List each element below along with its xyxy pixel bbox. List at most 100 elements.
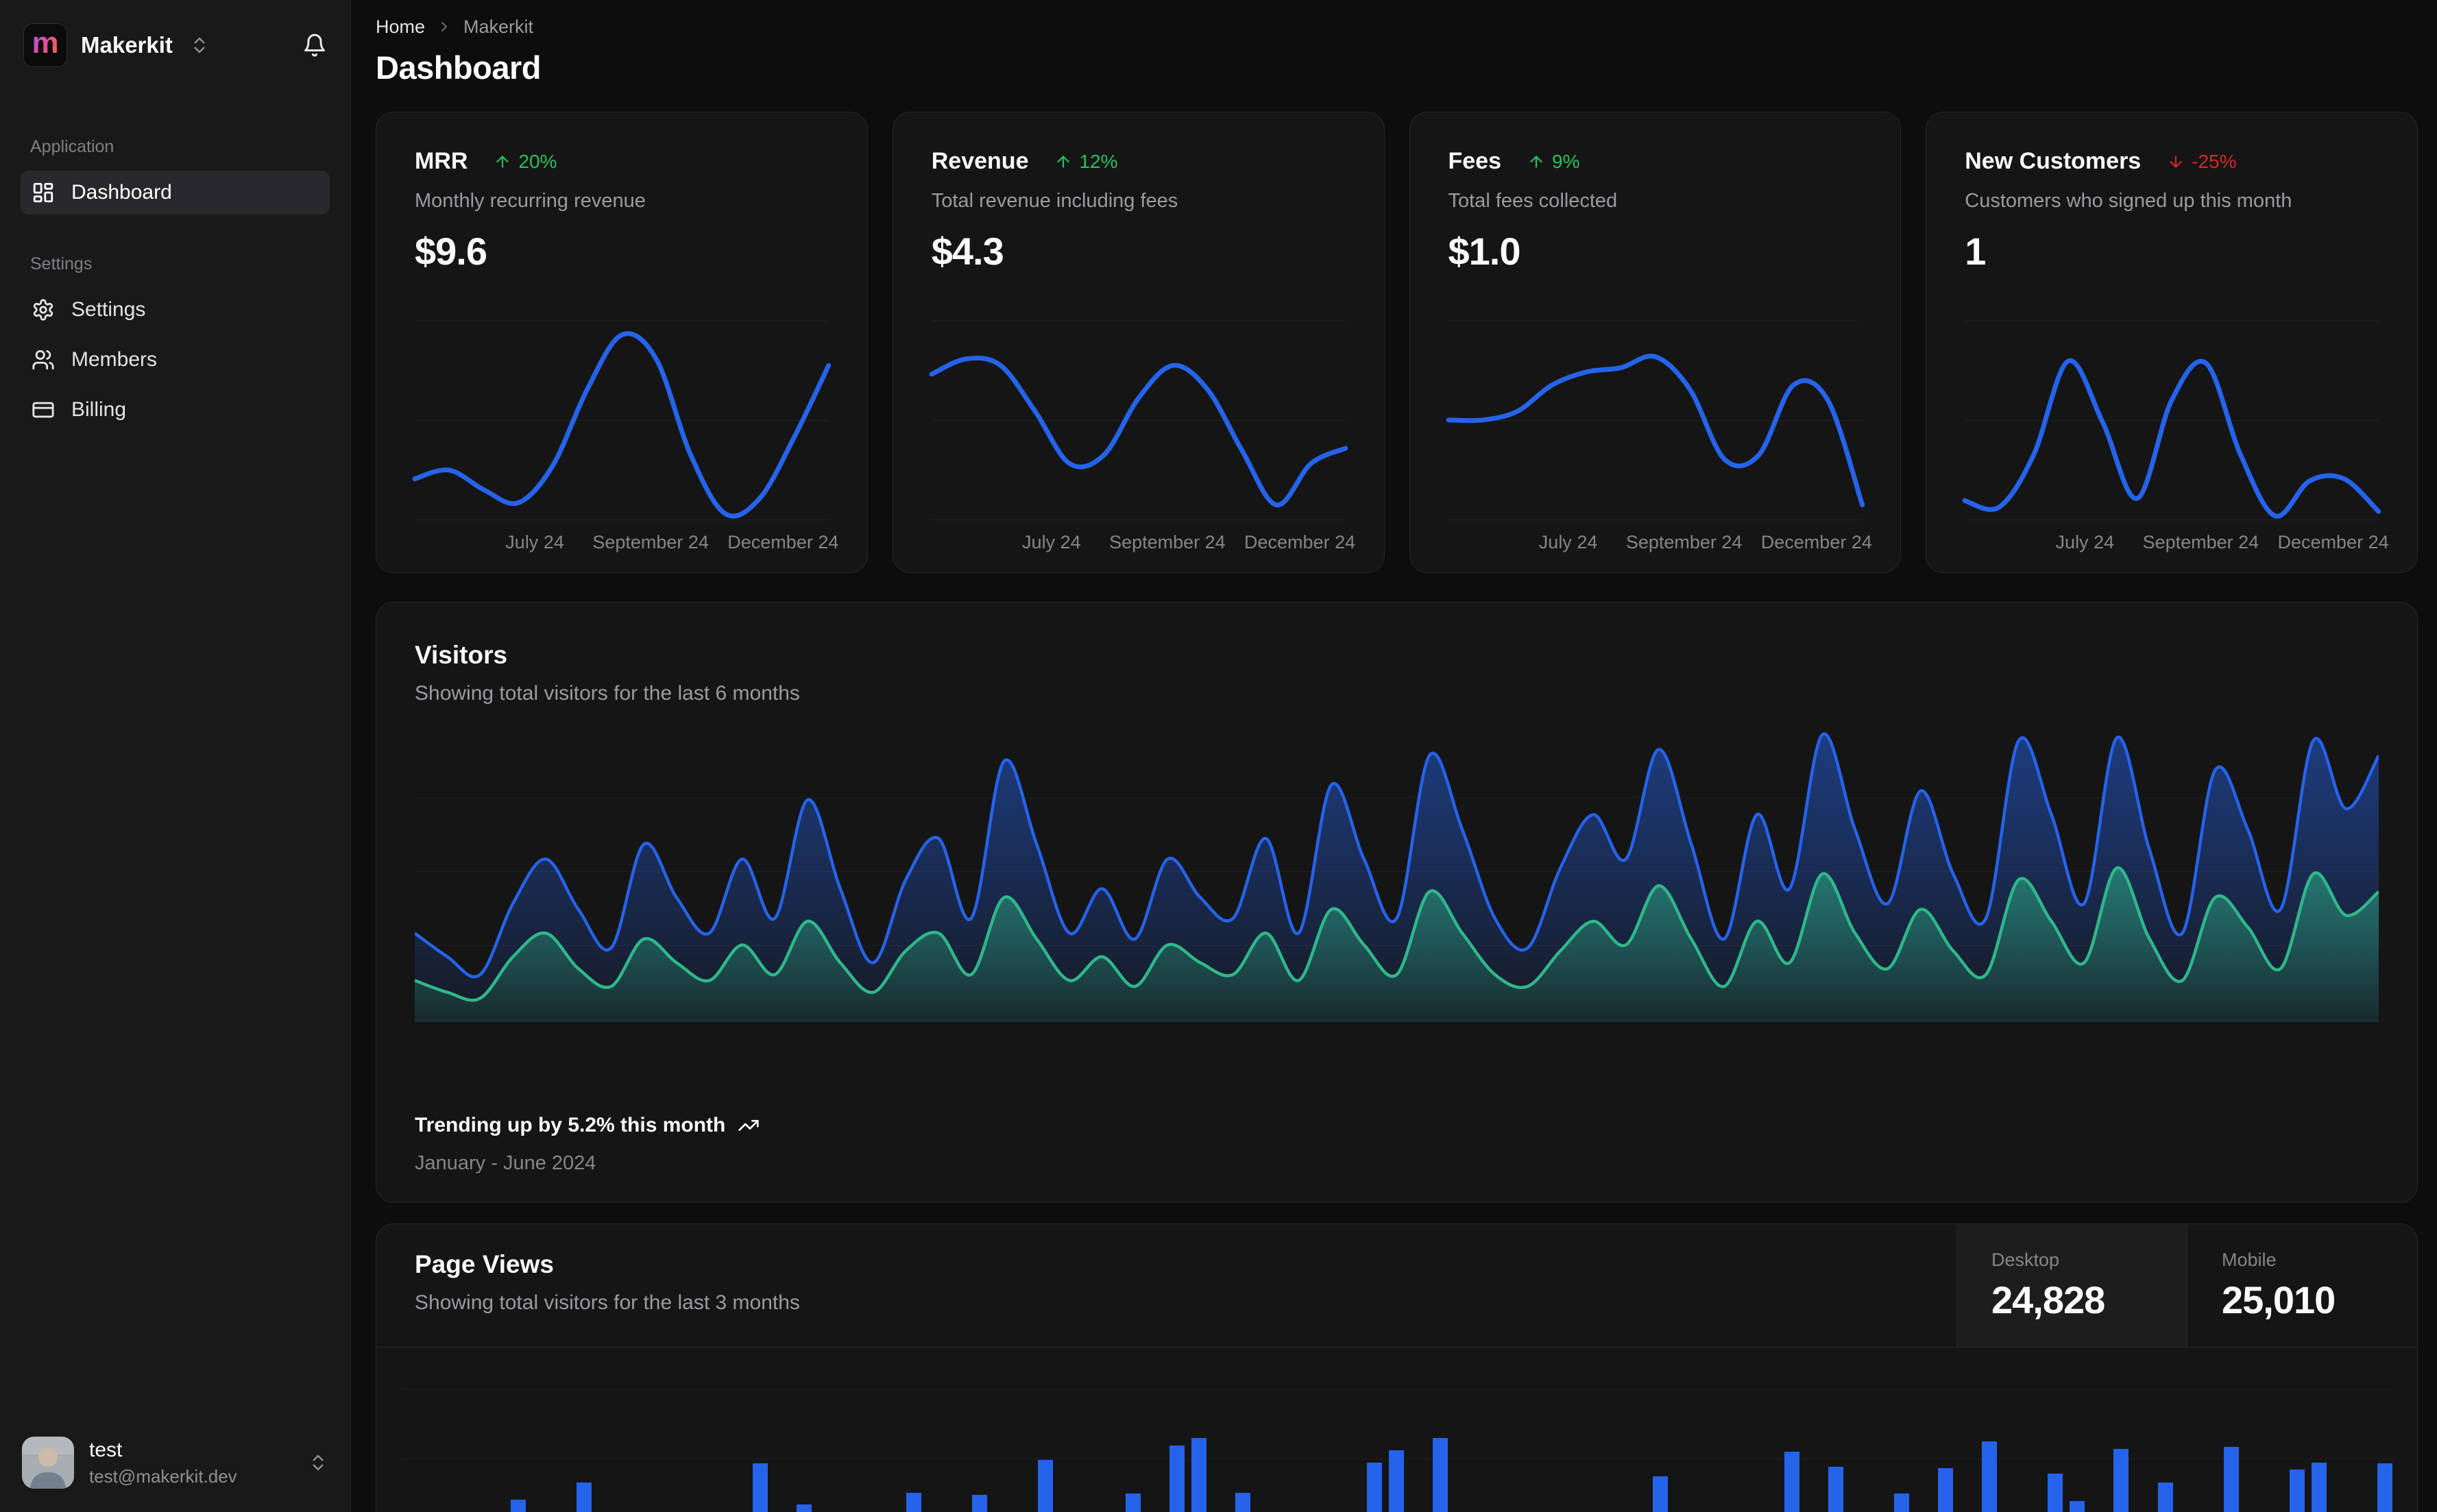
sidebar-nav: Application Dashboard Settings Settings … bbox=[16, 137, 334, 432]
page-views-bar bbox=[1169, 1446, 1185, 1512]
dashboard-icon bbox=[33, 182, 53, 203]
mobile-label: Mobile bbox=[2222, 1249, 2277, 1270]
page-views-bar bbox=[1191, 1438, 1207, 1512]
mobile-total: 25,010 bbox=[2222, 1278, 2336, 1321]
page-views-bar bbox=[1235, 1493, 1251, 1512]
trend-badge: 12% bbox=[1054, 151, 1118, 173]
x-tick: December 24 bbox=[727, 532, 839, 552]
stat-description: Total revenue including fees bbox=[931, 190, 1178, 212]
page-views-bar bbox=[1652, 1476, 1668, 1512]
visitors-area-chart bbox=[415, 726, 2379, 1022]
chevrons-up-down-icon bbox=[194, 37, 205, 53]
logo-letter: m bbox=[32, 26, 59, 60]
sidebar-item-label: Members bbox=[71, 348, 158, 371]
tab-mobile[interactable]: Mobile 25,010 bbox=[2187, 1224, 2417, 1347]
x-axis-ticks: July 24 September 24 December 24 bbox=[1965, 532, 2389, 555]
page-views-bar bbox=[1784, 1452, 1799, 1512]
trending-up-icon bbox=[738, 1120, 760, 1131]
page-views-card: Page Views Showing total visitors for th… bbox=[376, 1223, 2418, 1512]
breadcrumb-current: Makerkit bbox=[463, 16, 534, 37]
desktop-label: Desktop bbox=[1991, 1249, 2060, 1270]
stat-description: Total fees collected bbox=[1448, 190, 1618, 212]
page-views-bar bbox=[1367, 1463, 1383, 1512]
x-axis-ticks: July 24 September 24 December 24 bbox=[415, 532, 838, 555]
stat-card-new-customers: New Customers -25% Customers who signed … bbox=[1926, 112, 2418, 573]
page-views-bar bbox=[1389, 1450, 1405, 1512]
user-menu[interactable]: test test@makerkit.dev bbox=[16, 1432, 334, 1493]
page-views-bar bbox=[971, 1495, 987, 1512]
stat-cards-row: MRR 20% Monthly recurring revenue $9.6 J… bbox=[376, 112, 2418, 573]
chevron-right-icon bbox=[441, 22, 448, 32]
arrow-up-icon bbox=[496, 155, 509, 168]
team-switcher[interactable]: m Makerkit bbox=[16, 18, 334, 73]
page-views-bar bbox=[906, 1493, 921, 1512]
page-views-bar bbox=[2157, 1483, 2173, 1512]
stat-value: 1 bbox=[1965, 230, 1986, 273]
breadcrumb-home-link[interactable]: Home bbox=[376, 16, 425, 37]
page-views-description: Showing total visitors for the last 3 mo… bbox=[415, 1291, 800, 1314]
page-title: Dashboard bbox=[376, 49, 542, 86]
stat-title: Fees bbox=[1448, 148, 1502, 174]
page-views-bar bbox=[1126, 1493, 1141, 1512]
stat-title: MRR bbox=[415, 148, 468, 174]
page-views-bar bbox=[2223, 1447, 2239, 1512]
page-views-bar bbox=[511, 1500, 526, 1512]
members-icon bbox=[32, 350, 54, 370]
page-views-bar bbox=[577, 1483, 592, 1512]
desktop-total: 24,828 bbox=[1991, 1278, 2105, 1321]
page-views-bar bbox=[1938, 1468, 1954, 1512]
sidebar-item-members[interactable]: Members bbox=[21, 338, 330, 382]
page-views-bar bbox=[2070, 1501, 2085, 1512]
trend-value: 9% bbox=[1552, 150, 1580, 172]
x-tick: July 24 bbox=[1538, 532, 1598, 552]
nav-group-application: Application Dashboard bbox=[21, 137, 330, 215]
nav-group-settings: Settings Settings Members Billing bbox=[21, 254, 330, 432]
x-tick: September 24 bbox=[592, 532, 709, 552]
visitors-period: January - June 2024 bbox=[415, 1152, 596, 1174]
tab-desktop[interactable]: Desktop 24,828 bbox=[1956, 1224, 2187, 1347]
x-tick: September 24 bbox=[2142, 532, 2259, 552]
chevrons-up-down-icon bbox=[313, 1454, 324, 1471]
page-views-bar bbox=[1433, 1438, 1448, 1512]
page-views-bar bbox=[2311, 1463, 2327, 1512]
arrow-up-icon bbox=[1057, 155, 1070, 168]
arrow-down-icon bbox=[2170, 155, 2182, 168]
x-tick: July 24 bbox=[1022, 532, 1081, 552]
user-email: test@makerkit.dev bbox=[89, 1465, 237, 1487]
trend-value: 20% bbox=[518, 150, 557, 172]
sparkline-chart bbox=[929, 302, 1348, 520]
sparkline-chart bbox=[1446, 302, 1865, 520]
page-views-bar-chart bbox=[401, 1348, 2392, 1512]
x-axis-ticks: July 24 September 24 December 24 bbox=[1448, 532, 1872, 555]
page-views-bar bbox=[1982, 1441, 1998, 1512]
app-name: Makerkit bbox=[81, 32, 173, 58]
stat-description: Monthly recurring revenue bbox=[415, 190, 646, 212]
sidebar: m Makerkit Application Dashboard Setting… bbox=[0, 0, 351, 1512]
breadcrumb: Home Makerkit bbox=[376, 16, 2418, 37]
notifications-bell-icon[interactable] bbox=[302, 33, 327, 58]
stat-value: $9.6 bbox=[415, 230, 487, 273]
sidebar-item-dashboard[interactable]: Dashboard bbox=[21, 171, 330, 215]
sidebar-item-billing[interactable]: Billing bbox=[21, 388, 330, 432]
x-tick: September 24 bbox=[1109, 532, 1226, 552]
visitors-description: Showing total visitors for the last 6 mo… bbox=[415, 682, 800, 705]
stat-card-fees: Fees 9% Total fees collected $1.0 July 2… bbox=[1409, 112, 1902, 573]
page-views-bar bbox=[1037, 1460, 1053, 1512]
arrow-up-icon bbox=[1530, 155, 1542, 168]
trending-text: Trending up by 5.2% this month bbox=[415, 1114, 726, 1136]
sidebar-item-settings[interactable]: Settings bbox=[21, 288, 330, 332]
stat-title: New Customers bbox=[1965, 148, 2142, 174]
main-content: Home Makerkit Dashboard MRR 20% Monthly … bbox=[351, 0, 2437, 1512]
page-views-bar bbox=[2048, 1474, 2063, 1512]
page-views-header: Page Views Showing total visitors for th… bbox=[376, 1224, 2417, 1348]
page-views-bar bbox=[1828, 1467, 1844, 1512]
makerkit-logo: m bbox=[23, 23, 67, 67]
stat-title: Revenue bbox=[931, 148, 1029, 174]
x-axis-ticks: July 24 September 24 December 24 bbox=[932, 532, 1355, 555]
x-tick: July 24 bbox=[2055, 532, 2115, 552]
trend-badge: 9% bbox=[1527, 151, 1579, 173]
avatar bbox=[22, 1437, 74, 1489]
page-views-bar bbox=[2289, 1470, 2305, 1512]
stat-value: $1.0 bbox=[1448, 230, 1521, 273]
trend-badge: 20% bbox=[494, 151, 557, 173]
